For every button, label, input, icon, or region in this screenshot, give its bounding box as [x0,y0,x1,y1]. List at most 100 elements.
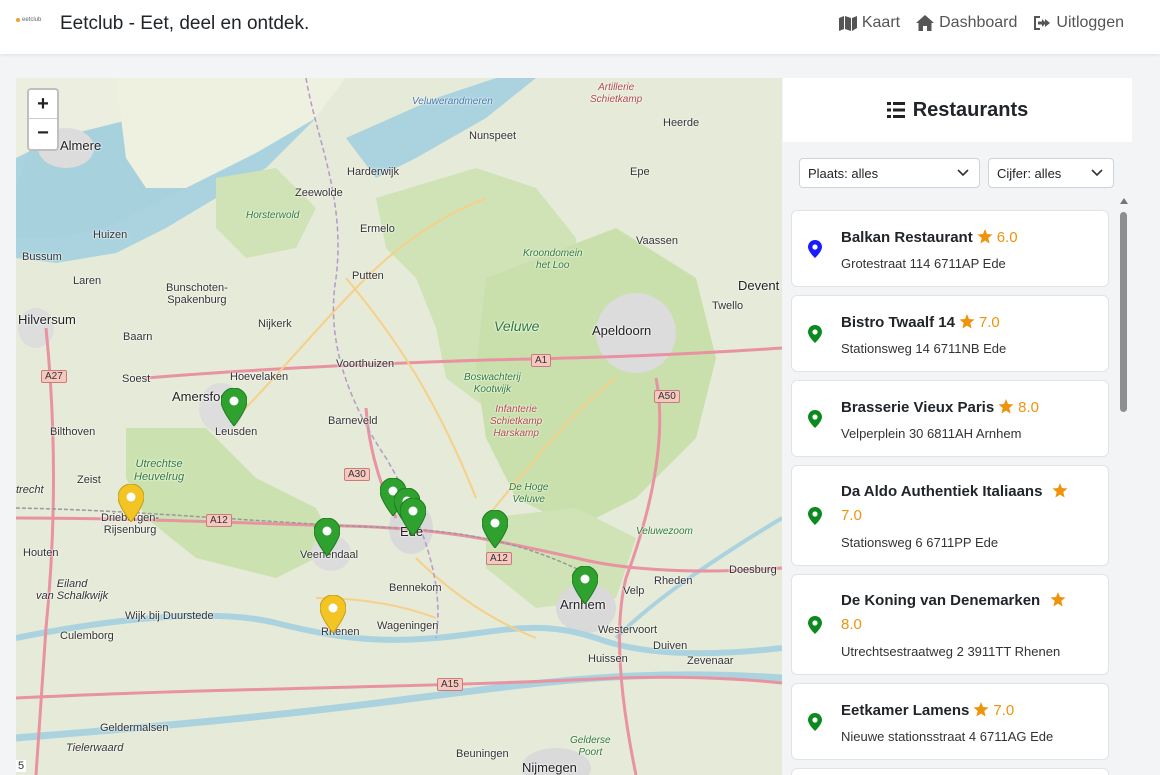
map-marker-icon [808,507,822,525]
nav-kaart-link[interactable]: Kaart [838,14,901,32]
road-shield-a50: A50 [654,390,680,403]
map-label-doesburg: Doesburg [729,564,777,576]
map-label-veluwerandmeren: Veluwerandmeren [412,96,493,107]
restaurant-card[interactable]: Bistro Twaalf 14 7.0 Stationsweg 14 6711N… [791,295,1109,372]
map-marker-ede-oost[interactable] [482,510,508,548]
restaurant-address: Nieuwe stationsstraat 4 6711AG Ede [841,729,1054,744]
map-label-beuningen: Beuningen [456,748,509,760]
restaurant-rating: 8.0 [994,399,1039,416]
map-label-wijk-bij-duurstede: Wijk bij Duurstede [125,610,214,622]
map-label-horsterwold: Horsterwold [246,210,300,221]
map-label-velp: Velp [623,585,645,597]
restaurant-card[interactable]: Balkan Restaurant 6.0 Grotestraat 114 671… [791,210,1109,287]
nav-uitloggen-label: Uitloggen [1056,14,1124,31]
place-filter-select[interactable]: Plaats: alles [799,158,980,188]
map-label-deventer: Devent [738,278,780,293]
restaurant-map[interactable]: Almere Huizen Bussum Laren Hilversum Baa… [16,78,782,775]
map-label-apeldoorn: Apeldoorn [592,323,652,338]
restaurant-name: Da Aldo Authentiek Italiaans 7.0 [841,480,1091,528]
star-icon [1050,592,1066,607]
star-icon [998,399,1014,414]
restaurant-rating: 6.0 [973,229,1018,246]
chevron-down-icon [957,169,969,177]
nav-kaart-label: Kaart [861,14,901,31]
place-filter-value: Plaats: alles [808,165,879,181]
map-marker-icon [808,325,822,343]
map-marker-leusden[interactable] [221,388,247,426]
restaurant-name: Eetkamer Lamens 7.0 [841,702,1014,719]
map-label-baarn: Baarn [123,331,153,343]
road-shield-a12-east: A12 [486,552,512,565]
zoom-in-button[interactable]: + [29,90,57,119]
restaurant-name: De Koning van Denemarken 8.0 [841,589,1091,637]
nav-links: Kaart Dashboard Uitloggen [838,14,1124,32]
restaurant-name-text: Eetkamer Lamens [841,702,970,719]
rating-filter-value: Cijfer: alles [997,165,1062,181]
map-label-boswachterij: Boswachterij Kootwijk [464,372,521,395]
rating-value: 7.0 [978,314,1000,331]
map-label-huissen: Huissen [588,653,628,665]
map-label-vaassen: Vaassen [636,235,678,247]
map-marker-arnhem[interactable] [572,566,598,604]
rating-value: 6.0 [996,229,1018,246]
map-label-zevenaar: Zevenaar [687,655,734,667]
app-logo[interactable]: eetclub [16,17,41,23]
map-label-leusden: Leusden [215,426,258,438]
map-marker-ede-3[interactable] [400,498,426,536]
map-label-westervoort: Westervoort [598,624,658,636]
panel-title: Restaurants [912,98,1029,121]
list-scrollbar[interactable] [1119,198,1129,775]
restaurant-card[interactable] [791,768,1109,775]
map-label-bennekom: Bennekom [389,582,442,594]
map-label-nunspeet: Nunspeet [469,130,517,142]
map-label-barneveld: Barneveld [328,415,378,427]
brand-title[interactable]: Eetclub - Eet, deel en ontdek. [60,13,309,35]
top-navbar: eetclub Eetclub - Eet, deel en ontdek. K… [0,0,1160,54]
star-icon [959,314,975,329]
map-label-tielerwaard: Tielerwaard [66,742,124,754]
restaurants-panel: Restaurants Plaats: alles Cijfer: alles … [783,78,1132,775]
map-label-culemborg: Culemborg [60,630,114,642]
map-label-hilversum: Hilversum [18,312,76,327]
rating-value: 7.0 [841,507,862,524]
rating-value: 7.0 [993,702,1015,719]
restaurant-name-text: Da Aldo Authentiek Italiaans [841,483,1043,500]
map-marker-veenendaal[interactable] [314,518,340,556]
restaurant-name-text: De Koning van Denemarken [841,592,1041,609]
restaurant-card[interactable]: Brasserie Vieux Paris 8.0 Velperplein 30 … [791,380,1109,457]
map-attribution-fragment: 5 [16,760,27,772]
map-label-voorthuizen: Voorthuizen [336,358,395,370]
map-label-soest: Soest [122,373,151,385]
restaurant-name: Bistro Twaalf 14 7.0 [841,314,1000,331]
map-label-veluwezoom: Veluwezoom [636,526,693,537]
restaurant-rating: 7.0 [969,702,1014,719]
scroll-thumb[interactable] [1120,212,1127,412]
map-marker-icon [808,410,822,428]
restaurant-address: Velperplein 30 6811AH Arnhem [841,426,1022,441]
map-label-gelderse-poort: Gelderse Poort [570,735,611,758]
map-label-eiland-van-schalkwijk: Eiland van Schalkwijk [36,578,109,602]
map-marker-icon [808,240,822,258]
restaurant-card[interactable]: Eetkamer Lamens 7.0 Nieuwe stationsstraat… [791,683,1109,760]
restaurant-address: Utrechtsestraatweg 2 3911TT Rhenen [841,644,1061,659]
restaurant-card[interactable]: De Koning van Denemarken 8.0 Utrechtsestr… [791,574,1109,675]
restaurant-list: Balkan Restaurant 6.0 Grotestraat 114 671… [791,210,1111,775]
star-icon [1052,483,1068,498]
map-label-veluwe: Veluwe [494,318,540,334]
zoom-out-button[interactable]: − [29,119,57,148]
map-label-utrechtse-heuvelrug: Utrechtse Heuvelrug [134,458,185,483]
restaurant-card[interactable]: Da Aldo Authentiek Italiaans 7.0 Stations… [791,465,1109,566]
nav-dashboard-label: Dashboard [939,14,1018,31]
nav-dashboard-link[interactable]: Dashboard [916,14,1017,32]
map-marker-rhenen[interactable] [320,595,346,633]
map-label-utrecht: trecht [16,484,44,496]
nav-uitloggen-link[interactable]: Uitloggen [1033,14,1124,32]
map-tiles [16,78,782,775]
sign-out-icon [1034,16,1051,30]
map-label-bilthoven: Bilthoven [50,426,96,438]
road-shield-a15: A15 [437,678,463,691]
list-icon [886,102,905,118]
rating-filter-select[interactable]: Cijfer: alles [988,158,1114,188]
scroll-up-arrow-icon[interactable] [1120,198,1128,204]
map-marker-driebergen[interactable] [118,484,144,522]
